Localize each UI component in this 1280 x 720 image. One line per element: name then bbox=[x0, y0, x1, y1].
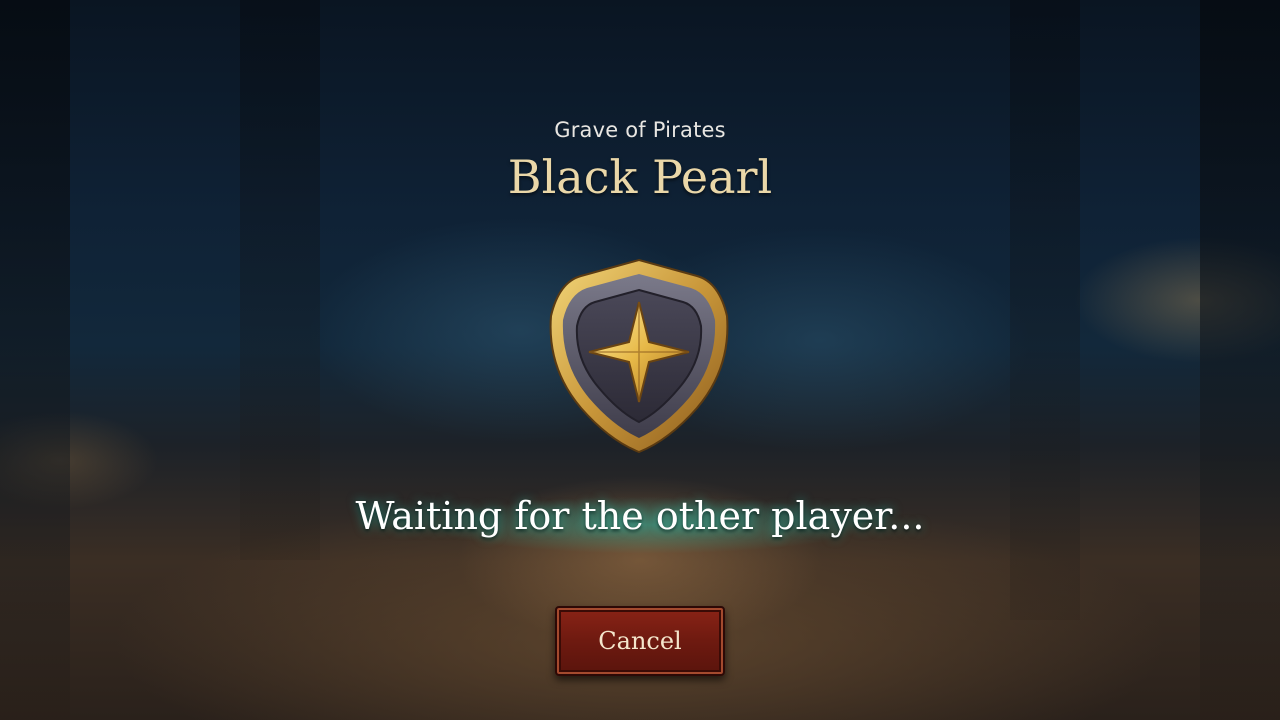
background-pillar bbox=[240, 0, 320, 560]
waiting-status-text: Waiting for the other player... bbox=[355, 494, 925, 538]
map-title: Black Pearl bbox=[507, 150, 773, 204]
background-pillar bbox=[1200, 0, 1280, 720]
matchmaking-screen: Grave of Pirates Black Pearl Waiting for… bbox=[0, 0, 1280, 720]
map-subtitle: Grave of Pirates bbox=[554, 118, 726, 142]
background-pillar bbox=[0, 0, 70, 720]
cancel-button[interactable]: Cancel bbox=[555, 606, 725, 676]
shield-star-icon bbox=[547, 258, 731, 454]
